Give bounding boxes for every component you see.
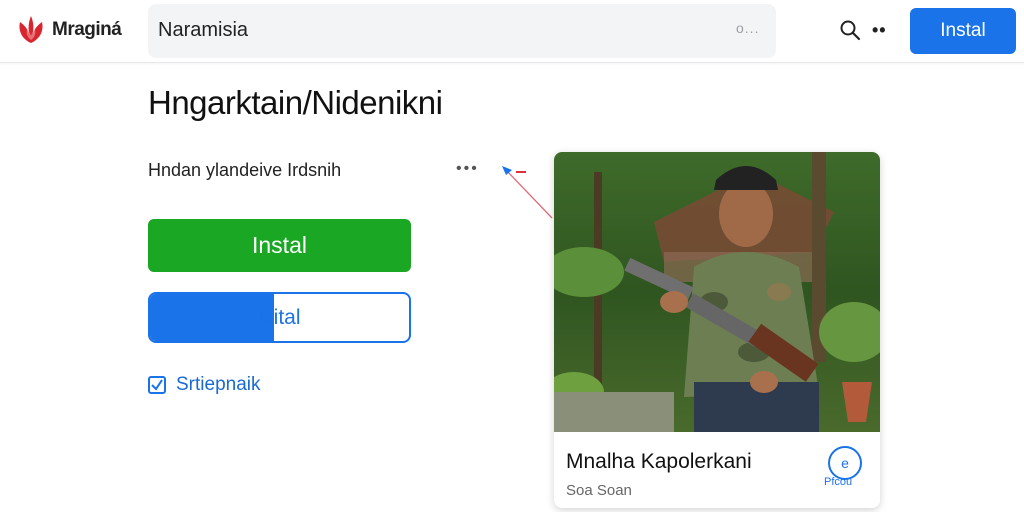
brand[interactable]: Mraginá (14, 12, 122, 48)
header-install-button[interactable]: Instal (910, 8, 1016, 54)
more-dots-icon[interactable]: •• (872, 20, 887, 41)
search-loading-indicator: o... (736, 20, 760, 36)
checkbox-row[interactable]: Srtiepnaik (148, 374, 261, 396)
checkbox[interactable] (148, 376, 166, 394)
search-icon[interactable] (838, 18, 862, 42)
card-photo (554, 152, 880, 432)
card-title: Mnalha Kapolerkani (566, 450, 752, 473)
top-bar: Mraginá Naramisia o... •• Instal (0, 0, 1024, 63)
secondary-install-button[interactable]: Nital (148, 292, 411, 343)
more-dots-icon[interactable]: ••• (456, 160, 479, 178)
secondary-button-label: Nital (258, 305, 301, 329)
page-title: Hngarktain/Nidenikni (148, 84, 443, 121)
pointer-arrow-icon (502, 166, 553, 219)
search-input[interactable]: Naramisia (158, 19, 248, 42)
badge-label: Pfcou (824, 476, 853, 488)
svg-text:e: e (841, 455, 849, 471)
search-bar[interactable]: Naramisia o... (148, 4, 776, 58)
check-icon (151, 379, 163, 391)
brand-logo-icon (19, 16, 43, 43)
product-card[interactable]: Mnalha Kapolerkani Soa Soan e Pfcou (554, 152, 880, 508)
checkbox-label: Srtiepnaik (176, 374, 261, 395)
brand-name: Mraginá (52, 19, 122, 40)
card-subtitle: Soa Soan (566, 482, 632, 499)
install-button[interactable]: Instal (148, 219, 411, 272)
page-subtitle: Hndan ylandeive Irdsnih (148, 160, 342, 180)
